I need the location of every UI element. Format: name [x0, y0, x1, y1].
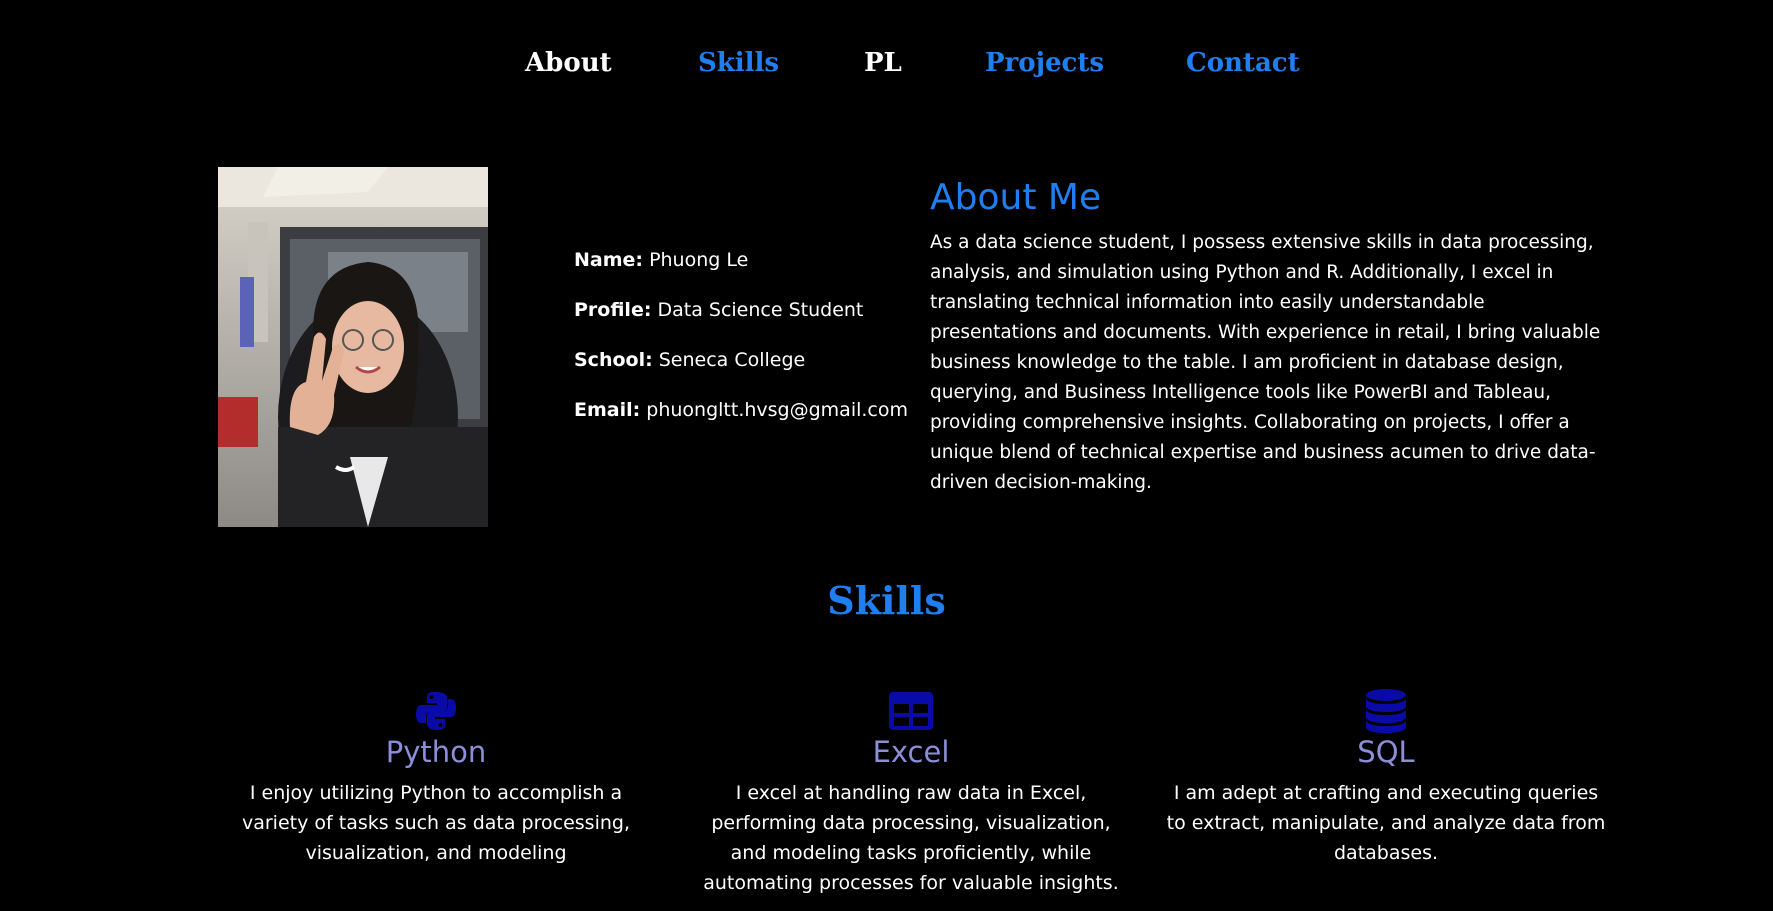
- nav-link-skills[interactable]: Skills: [698, 48, 779, 78]
- database-icon: [1166, 688, 1606, 734]
- email-value: phuongltt.hvsg@gmail.com: [646, 399, 909, 421]
- skill-description: I enjoy utilizing Python to accomplish a…: [241, 782, 630, 864]
- skill-name: Excel: [872, 735, 950, 769]
- skill-name: SQL: [1357, 735, 1415, 769]
- nav-link-about[interactable]: About: [525, 48, 612, 78]
- nav-link-pl[interactable]: PL: [864, 48, 902, 78]
- table-icon: [691, 688, 1131, 734]
- nav-link-projects[interactable]: Projects: [985, 48, 1104, 78]
- profile-label: Profile:: [574, 299, 652, 321]
- skill-card-sql: SQL I am adept at crafting and executing…: [1166, 688, 1606, 868]
- name-value: Phuong Le: [649, 249, 749, 271]
- skill-card-python: Python I enjoy utilizing Python to accom…: [216, 688, 656, 868]
- skills-title: Skills: [827, 578, 946, 623]
- email-label: Email:: [574, 399, 641, 421]
- skill-card-excel: Excel I excel at handling raw data in Ex…: [691, 688, 1131, 898]
- skill-description: I am adept at crafting and executing que…: [1166, 782, 1606, 864]
- about-title: About Me: [930, 177, 1102, 218]
- school-value: Seneca College: [658, 349, 806, 371]
- about-section: About Me As a data science student, I po…: [930, 176, 1610, 498]
- school-label: School:: [574, 349, 653, 371]
- skill-description: I excel at handling raw data in Excel, p…: [703, 782, 1119, 894]
- skill-name: Python: [385, 735, 487, 769]
- profile-value: Data Science Student: [657, 299, 864, 321]
- python-icon: [216, 688, 656, 734]
- info-school: School: Seneca College: [574, 348, 904, 373]
- info-profile: Profile: Data Science Student: [574, 298, 904, 323]
- info-email: Email: phuongltt.hvsg@gmail.com: [574, 398, 908, 423]
- profile-photo: [218, 167, 488, 527]
- name-label: Name:: [574, 249, 644, 271]
- nav-link-contact[interactable]: Contact: [1186, 48, 1300, 78]
- info-name: Name: Phuong Le: [574, 248, 904, 273]
- profile-info: Name: Phuong Le Profile: Data Science St…: [574, 248, 908, 448]
- about-body: As a data science student, I possess ext…: [930, 232, 1601, 493]
